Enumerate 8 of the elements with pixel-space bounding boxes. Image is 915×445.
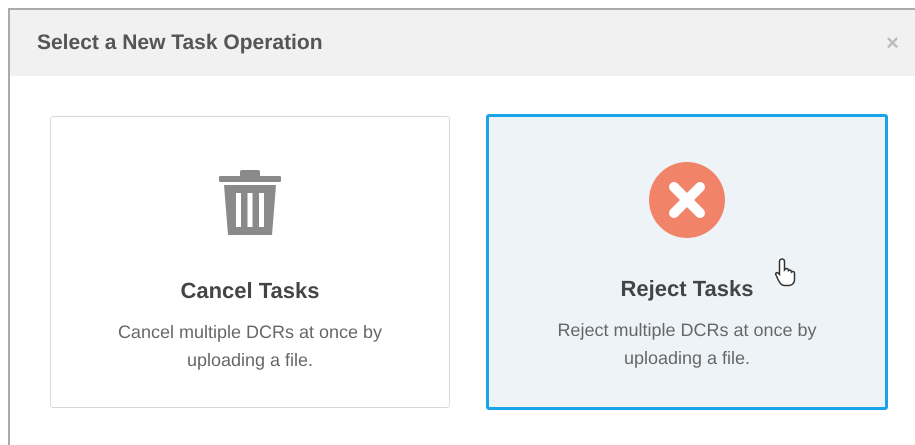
task-option-card[interactable]: Cancel Tasks Cancel multiple DCRs at once by uploading a file. (50, 116, 450, 408)
close-circle-icon (649, 162, 725, 238)
option-description: Cancel multiple DCRs at once by uploading a file. (116, 321, 384, 372)
task-option-card[interactable]: Reject Tasks Reject multiple DCRs at once by uploading a file. (486, 114, 888, 410)
option-title: Cancel Tasks (180, 278, 320, 304)
option-description: Reject multiple DCRs at once by uploading a file. (556, 319, 818, 370)
option-title: Reject Tasks (620, 276, 754, 302)
dialog-title: Select a New Task Operation (37, 31, 323, 55)
